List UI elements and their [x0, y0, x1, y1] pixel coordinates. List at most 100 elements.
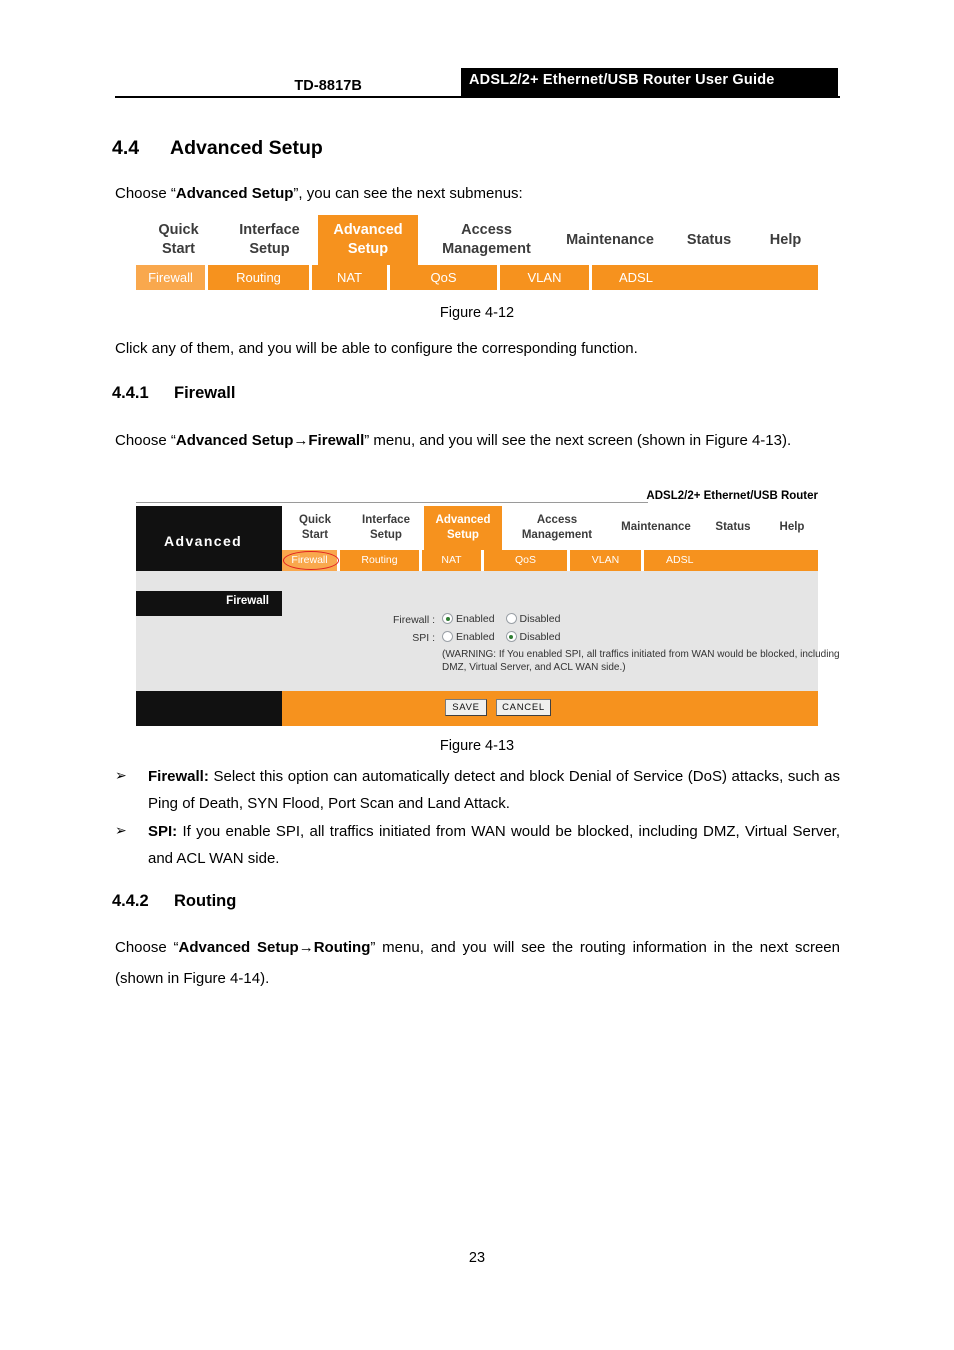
subtab-adsl[interactable]: ADSL [592, 265, 818, 290]
firewall-enabled-radio[interactable] [442, 613, 453, 624]
page-header: TD-8817B ADSL2/2+ Ethernet/USB Router Us… [115, 68, 840, 98]
router-tab-advanced-setup-line2: Setup [447, 529, 479, 541]
router-tab-access-management[interactable]: Access Management [502, 506, 612, 550]
router-tab-status[interactable]: Status [700, 506, 766, 550]
router-logo-panel: Advanced [136, 506, 282, 571]
sidebar-body [136, 616, 282, 691]
section-title: Advanced Setup [170, 137, 323, 159]
router-subtab-firewall[interactable]: Firewall [282, 550, 340, 571]
paragraph-choose-advanced-setup: Choose “Advanced Setup”, you can see the… [115, 178, 840, 209]
paragraph-choose-firewall: Choose “Advanced Setup→Firewall” menu, a… [115, 425, 840, 456]
subtab-nat[interactable]: NAT [312, 265, 390, 290]
figure-4-12-menu-strip: Quick Start Interface Setup Advanced Set… [136, 215, 818, 293]
list-item: ➢ Firewall: Select this option can autom… [115, 763, 840, 817]
paragraph-click-any: Click any of them, and you will be able … [115, 340, 638, 357]
figure-4-12-caption: Figure 4-12 [439, 305, 515, 321]
paragraph-choose-routing: Choose “Advanced Setup→Routing” menu, an… [115, 932, 840, 994]
router-subtab-routing[interactable]: Routing [340, 550, 422, 571]
header-title-bar: ADSL2/2+ Ethernet/USB Router User Guide [461, 68, 840, 96]
router-tab-advanced-setup[interactable]: Advanced Setup [424, 506, 502, 550]
firewall-radio-group[interactable]: Enabled Disabled [442, 613, 571, 625]
subtab-firewall[interactable]: Firewall [136, 265, 208, 290]
para-441-suffix: ” menu, and you will see the next screen… [364, 432, 792, 449]
router-tab-quick-start[interactable]: Quick Start [282, 506, 348, 550]
router-tab-help[interactable]: Help [766, 506, 818, 550]
tab-help-label: Help [769, 232, 802, 248]
router-tab-interface-setup-line1: Interface [362, 514, 410, 526]
subsection-442-title: Routing [174, 892, 237, 910]
tab-maintenance-label: Maintenance [566, 232, 654, 248]
para-442-bold: Advanced Setup→Routing [178, 939, 371, 956]
tab-maintenance[interactable]: Maintenance [555, 215, 665, 265]
bullet-text: Firewall: Select this option can automat… [148, 763, 840, 817]
spi-radio-group[interactable]: Enabled Disabled [442, 631, 571, 643]
tab-access-management[interactable]: Access Management [418, 215, 555, 265]
tab-access-management-line1: Access [461, 222, 512, 238]
tab-interface-setup-line2: Setup [249, 241, 290, 257]
router-logo-label: Advanced [164, 533, 243, 549]
router-footer-left [136, 691, 282, 726]
router-subtab-nat[interactable]: NAT [422, 550, 484, 571]
list-item: ➢ SPI: If you enable SPI, all traffics i… [115, 818, 840, 872]
router-nav-gap [136, 571, 818, 591]
figure-4-13-firewall-screen: ADSL2/2+ Ethernet/USB Router Advanced Qu… [136, 488, 840, 730]
header-title: ADSL2/2+ Ethernet/USB Router User Guide [469, 72, 775, 88]
tab-advanced-setup-line1: Advanced [333, 222, 403, 238]
router-footer-right: SAVE CANCEL [282, 691, 818, 726]
spi-enabled-label: Enabled [456, 631, 495, 643]
bullet-arrow-icon: ➢ [115, 823, 127, 839]
spi-warning-text: (WARNING: If You enabled SPI, all traffi… [442, 649, 840, 673]
para-441-prefix: Choose “ [115, 432, 176, 449]
router-tab-status-label: Status [715, 521, 751, 533]
subsection-442-number: 4.4.2 [112, 892, 149, 910]
spi-disabled-radio[interactable] [505, 631, 517, 642]
tab-help[interactable]: Help [753, 215, 818, 265]
sub-tab-row: Firewall Routing NAT QoS VLAN ADSL [136, 265, 818, 290]
router-sub-tab-row: Firewall Routing NAT QoS VLAN ADSL [282, 550, 818, 571]
router-tab-access-management-line1: Access [536, 514, 578, 526]
section-heading-44: 4.4 Advanced Setup [112, 137, 323, 160]
intro-bold: Advanced Setup [175, 185, 294, 202]
main-tab-row: Quick Start Interface Setup Advanced Set… [136, 215, 818, 265]
subsection-441-title: Firewall [174, 384, 236, 402]
router-subtab-qos[interactable]: QoS [484, 550, 570, 571]
subsection-heading-442: 4.4.2 Routing [112, 892, 236, 911]
header-rule [115, 96, 840, 98]
router-tab-quick-start-line2: Start [301, 529, 329, 541]
cancel-button[interactable]: CANCEL [496, 699, 551, 716]
tab-status-label: Status [686, 232, 732, 248]
para-441-bold: Advanced Setup→Firewall [175, 432, 365, 449]
tab-status[interactable]: Status [665, 215, 753, 265]
firewall-disabled-label: Disabled [519, 613, 561, 625]
tab-quick-start-line1: Quick [158, 222, 199, 238]
router-subtab-vlan[interactable]: VLAN [570, 550, 644, 571]
firewall-disabled-radio[interactable] [505, 613, 517, 624]
router-tab-interface-setup[interactable]: Interface Setup [348, 506, 424, 550]
intro-prefix: Choose “ [115, 185, 176, 202]
figure-4-13-caption: Figure 4-13 [439, 738, 515, 754]
tab-access-management-line2: Management [442, 241, 531, 257]
tab-advanced-setup[interactable]: Advanced Setup [318, 215, 418, 265]
bullet-term: SPI: [148, 823, 178, 840]
bullet-term: Firewall: [148, 768, 209, 785]
tab-quick-start[interactable]: Quick Start [136, 215, 221, 265]
product-name-label: ADSL2/2+ Ethernet/USB Router [646, 490, 818, 502]
subtab-vlan[interactable]: VLAN [500, 265, 592, 290]
spi-enabled-radio[interactable] [442, 631, 453, 642]
save-button[interactable]: SAVE [445, 699, 487, 716]
subtab-routing[interactable]: Routing [208, 265, 312, 290]
page-number: 23 [468, 1250, 486, 1266]
subtab-qos[interactable]: QoS [390, 265, 500, 290]
router-content-panel: Firewall : Enabled Disabled SPI : Enabled… [282, 591, 840, 691]
tab-interface-setup-line1: Interface [239, 222, 300, 238]
subsection-heading-441: 4.4.1 Firewall [112, 384, 235, 403]
router-tab-maintenance[interactable]: Maintenance [612, 506, 700, 550]
router-tab-maintenance-label: Maintenance [621, 521, 691, 533]
bullet-body: Select this option can automatically det… [148, 768, 840, 812]
tab-quick-start-line2: Start [161, 241, 196, 257]
router-subtab-adsl[interactable]: ADSL [644, 550, 818, 571]
para-442-prefix: Choose “ [115, 939, 179, 956]
subsection-441-number: 4.4.1 [112, 384, 149, 402]
tab-interface-setup[interactable]: Interface Setup [221, 215, 318, 265]
spi-field-label: SPI : [412, 632, 435, 644]
